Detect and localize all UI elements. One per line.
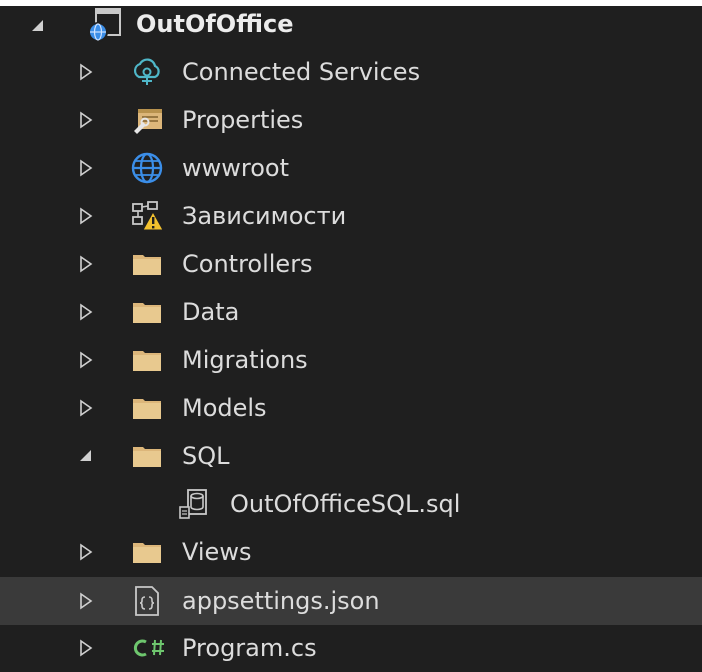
tree-item-label: SQL: [182, 442, 230, 470]
tree-item-label: Зависимости: [182, 202, 347, 230]
web-project-icon: [86, 6, 121, 42]
tree-item-label: Migrations: [182, 346, 308, 374]
tree-item-program-cs[interactable]: Program.cs: [0, 624, 702, 672]
tree-item-label: appsettings.json: [182, 587, 380, 615]
dependencies-warning-icon: [130, 199, 164, 233]
csharp-file-icon: [130, 631, 164, 665]
properties-icon: [130, 103, 164, 137]
chevron-right-icon[interactable]: [76, 591, 96, 611]
folder-icon: [130, 295, 164, 329]
tree-item-label: OutOfOfficeSQL.sql: [230, 490, 461, 518]
tree-item-migrations[interactable]: Migrations: [0, 336, 702, 384]
solution-explorer-tree: OutOfOffice Connected Services Propertie…: [0, 0, 702, 666]
project-name-label: OutOfOffice: [136, 10, 294, 38]
tree-item-connected-services[interactable]: Connected Services: [0, 48, 702, 96]
tree-item-label: Properties: [182, 106, 304, 134]
tree-item-outofficesql-file[interactable]: OutOfOfficeSQL.sql: [0, 480, 702, 528]
tree-item-dependencies[interactable]: Зависимости: [0, 192, 702, 240]
chevron-expanded-icon[interactable]: [28, 16, 48, 36]
tree-item-label: Views: [182, 538, 252, 566]
chevron-right-icon[interactable]: [76, 62, 96, 82]
json-file-icon: [130, 584, 164, 618]
connected-services-icon: [130, 55, 164, 89]
tree-item-controllers[interactable]: Controllers: [0, 240, 702, 288]
sql-file-icon: [178, 487, 212, 521]
chevron-expanded-icon[interactable]: [76, 446, 96, 466]
folder-icon: [130, 439, 164, 473]
chevron-right-icon[interactable]: [76, 254, 96, 274]
project-node-outofoffice[interactable]: OutOfOffice: [0, 2, 702, 50]
chevron-right-icon[interactable]: [76, 302, 96, 322]
tree-item-label: Data: [182, 298, 240, 326]
folder-icon: [130, 343, 164, 377]
tree-item-data[interactable]: Data: [0, 288, 702, 336]
folder-icon: [130, 391, 164, 425]
chevron-right-icon[interactable]: [76, 398, 96, 418]
tree-item-appsettings-json[interactable]: appsettings.json: [0, 577, 702, 625]
folder-icon: [130, 247, 164, 281]
globe-icon: [130, 151, 164, 185]
tree-item-label: Models: [182, 394, 267, 422]
folder-icon: [130, 535, 164, 569]
tree-item-properties[interactable]: Properties: [0, 96, 702, 144]
chevron-right-icon[interactable]: [76, 638, 96, 658]
tree-item-sql[interactable]: SQL: [0, 432, 702, 480]
tree-item-label: wwwroot: [182, 154, 290, 182]
tree-item-label: Controllers: [182, 250, 313, 278]
chevron-right-icon[interactable]: [76, 542, 96, 562]
tree-item-wwwroot[interactable]: wwwroot: [0, 144, 702, 192]
tree-item-models[interactable]: Models: [0, 384, 702, 432]
tree-item-label: Program.cs: [182, 634, 317, 662]
chevron-right-icon[interactable]: [76, 110, 96, 130]
chevron-right-icon[interactable]: [76, 158, 96, 178]
chevron-right-icon[interactable]: [76, 350, 96, 370]
tree-item-label: Connected Services: [182, 58, 421, 86]
chevron-right-icon[interactable]: [76, 206, 96, 226]
tree-item-views[interactable]: Views: [0, 528, 702, 576]
